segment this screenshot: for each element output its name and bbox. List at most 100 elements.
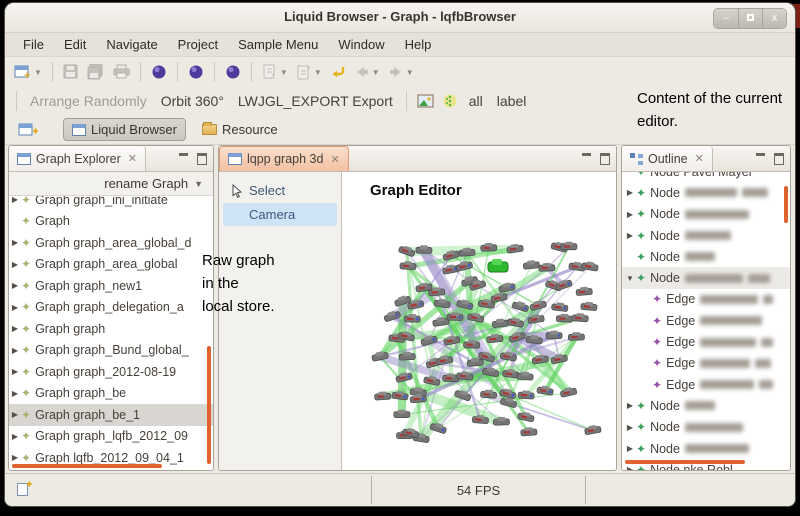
expander-icon[interactable]: ▶ <box>624 401 636 410</box>
outline-node-item[interactable]: ▶✦Node <box>622 417 790 438</box>
expander-icon[interactable]: ▶ <box>9 281 21 290</box>
expander-icon[interactable]: ▶ <box>9 367 21 376</box>
expander-icon[interactable]: ▶ <box>624 423 636 432</box>
outline-node-item[interactable]: ✦Node <box>622 246 790 267</box>
expander-icon[interactable]: ▶ <box>624 444 636 453</box>
expander-icon[interactable]: ▶ <box>9 260 21 269</box>
tree-item[interactable]: ▶✦Graph graph <box>9 318 213 340</box>
perspective-resource[interactable]: Resource <box>194 119 286 140</box>
tree-item[interactable]: ▶✦Graph graph_2012-08-19 <box>9 361 213 383</box>
raw-graph-annotation: Raw graph in the local store. <box>202 249 275 318</box>
open-perspective-button[interactable]: ✦ <box>15 120 41 140</box>
outline-node-item[interactable]: ▶✦Node <box>622 182 790 203</box>
outline-edge-item[interactable]: ✦Edge <box>622 374 790 395</box>
tree-item[interactable]: ▶✦Graph graph_be <box>9 383 213 405</box>
minimize-icon[interactable] <box>755 152 767 163</box>
purple-sphere-button[interactable] <box>148 62 170 82</box>
tree-item[interactable]: ▶✦Graph graph_Bund_global_ <box>9 340 213 362</box>
close-button[interactable]: x <box>762 9 786 28</box>
outline-node-item[interactable]: ▶✦Node <box>622 225 790 246</box>
menu-project[interactable]: Project <box>168 35 228 54</box>
menu-edit[interactable]: Edit <box>54 35 96 54</box>
purple-sphere-button[interactable] <box>222 62 244 82</box>
expander-icon[interactable]: ▼ <box>624 274 636 283</box>
dotted-sphere-button[interactable] <box>439 91 461 111</box>
expander-icon[interactable]: ▶ <box>9 303 21 312</box>
expander-icon[interactable]: ▶ <box>9 196 21 204</box>
fast-view-icon[interactable]: ✦ <box>17 481 33 497</box>
menu-help[interactable]: Help <box>395 35 442 54</box>
expander-icon[interactable]: ▶ <box>624 188 636 197</box>
expander-icon[interactable]: ▶ <box>9 389 21 398</box>
expander-icon[interactable]: ▶ <box>624 231 636 240</box>
minimize-button[interactable]: – <box>714 9 738 28</box>
outline-edge-item[interactable]: ✦Edge <box>622 289 790 310</box>
tab-graph-explorer[interactable]: Graph Explorer ✕ <box>9 146 146 171</box>
explorer-horizontal-scrollbar[interactable] <box>12 464 162 468</box>
editor-canvas[interactable]: Graph Editor <box>342 172 616 471</box>
tree-item[interactable]: ▶✦Graph graph_area_global_d <box>9 232 213 254</box>
expander-icon[interactable]: ▶ <box>9 346 21 355</box>
graph-3d-visualization[interactable] <box>350 234 617 452</box>
maximize-icon[interactable] <box>773 152 785 163</box>
expander-icon[interactable]: ▶ <box>9 324 21 333</box>
tree-item[interactable]: ✦Graph <box>9 211 213 233</box>
tree-item[interactable]: ▶✦Graph graph_delegation_a <box>9 297 213 319</box>
expander-icon[interactable]: ▶ <box>9 410 21 419</box>
expander-icon[interactable]: ▶ <box>9 453 21 462</box>
picture-button[interactable] <box>414 92 437 111</box>
maximize-icon[interactable] <box>599 152 611 163</box>
rename-graph-button[interactable]: rename Graph <box>104 176 188 191</box>
outline-node-item[interactable]: ▶✦Node <box>622 395 790 416</box>
tree-item[interactable]: ▶✦Graph graph_area_global <box>9 254 213 276</box>
minimize-icon[interactable] <box>178 152 190 163</box>
expander-icon[interactable]: ▶ <box>9 432 21 441</box>
maximize-button[interactable] <box>738 9 762 28</box>
menu-file[interactable]: File <box>13 35 54 54</box>
all-button[interactable]: all <box>463 91 489 111</box>
dropdown-caret-icon[interactable]: ▼ <box>314 68 322 77</box>
maximize-icon[interactable] <box>196 152 208 163</box>
palette-tool-select[interactable]: Select <box>223 179 337 202</box>
tree-item[interactable]: ▶✦Graph graph_ini_initiate <box>9 196 213 211</box>
label-button[interactable]: label <box>491 91 533 111</box>
close-icon[interactable]: ✕ <box>128 152 137 165</box>
outline-horizontal-scrollbar[interactable] <box>625 460 745 464</box>
outline-node-item[interactable]: ▶✦Node <box>622 438 790 459</box>
purple-sphere-button[interactable] <box>185 62 207 82</box>
orbit-360--button[interactable]: Orbit 360° <box>155 91 230 111</box>
tree-item-selected[interactable]: ▶✦Graph graph_be_1 <box>9 404 213 426</box>
close-icon[interactable]: ✕ <box>330 153 339 166</box>
menu-sample-menu[interactable]: Sample Menu <box>228 35 328 54</box>
tab-outline[interactable]: Outline ✕ <box>622 146 713 171</box>
expander-icon[interactable]: ▶ <box>624 465 636 471</box>
perspective-liquid-browser[interactable]: Liquid Browser <box>63 118 186 141</box>
close-icon[interactable]: ✕ <box>695 152 704 165</box>
tab-lqpp-graph-3d[interactable]: lqpp graph 3d ✕ <box>219 146 349 171</box>
new-wizard-button[interactable]: +▼ <box>11 62 45 82</box>
outline-node-item[interactable]: ✦Node Pavel Mayer <box>622 172 790 182</box>
outline-edge-item[interactable]: ✦Edge <box>622 353 790 374</box>
chevron-down-icon[interactable]: ▼ <box>194 179 203 189</box>
menu-navigate[interactable]: Navigate <box>96 35 167 54</box>
last-edit-location-button[interactable] <box>327 62 349 82</box>
minimize-icon[interactable] <box>581 152 593 163</box>
dropdown-caret-icon[interactable]: ▼ <box>372 68 380 77</box>
tree-item[interactable]: ▶✦Graph graph_lqfb_2012_09 <box>9 426 213 448</box>
dropdown-caret-icon[interactable]: ▼ <box>34 68 42 77</box>
outline-node-item[interactable]: ▼✦Node <box>622 267 790 288</box>
expander-icon[interactable]: ▶ <box>9 238 21 247</box>
tree-item[interactable]: ▶✦Graph graph_new1 <box>9 275 213 297</box>
explorer-vertical-scrollbar[interactable] <box>207 346 211 464</box>
outline-node-item[interactable]: ▶✦Node <box>622 204 790 225</box>
lwjgl-export-export-button[interactable]: LWJGL_EXPORT Export <box>232 91 399 111</box>
expander-icon[interactable]: ▶ <box>624 210 636 219</box>
outline-edge-item[interactable]: ✦Edge <box>622 310 790 331</box>
palette-tool-camera[interactable]: Camera <box>223 203 337 226</box>
outline-vertical-scrollbar[interactable] <box>784 186 788 223</box>
dropdown-caret-icon[interactable]: ▼ <box>280 68 288 77</box>
outline-edge-item[interactable]: ✦Edge <box>622 331 790 352</box>
title-bar[interactable]: Liquid Browser - Graph - lqfbBrowser –x <box>5 3 795 33</box>
dropdown-caret-icon[interactable]: ▼ <box>406 68 414 77</box>
menu-window[interactable]: Window <box>328 35 394 54</box>
